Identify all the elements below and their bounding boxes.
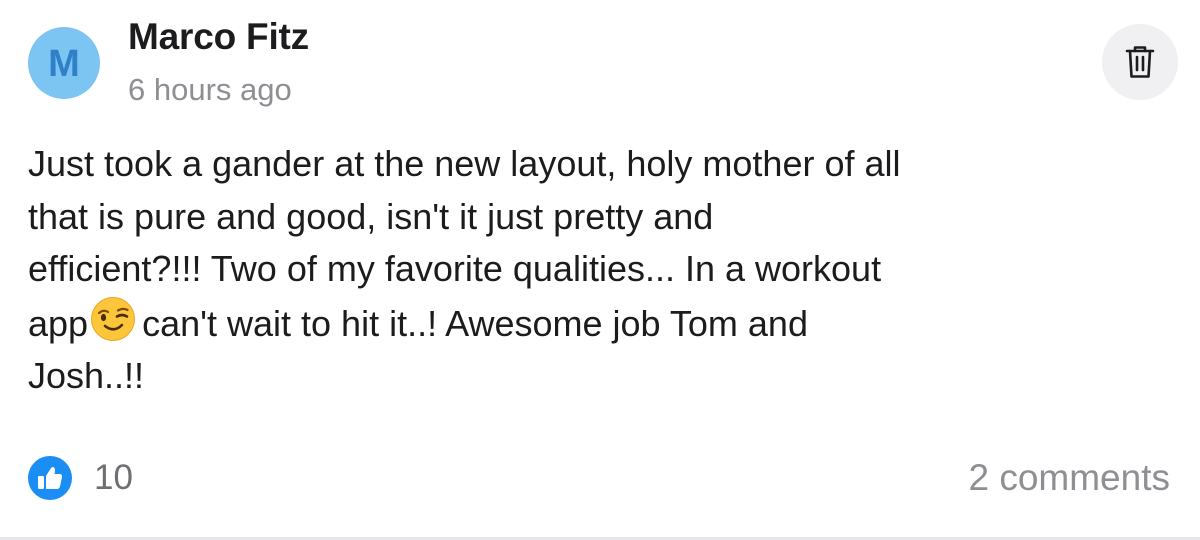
delete-button[interactable] — [1102, 24, 1178, 100]
comments-link[interactable]: 2 comments — [968, 457, 1170, 499]
author-name[interactable]: Marco Fitz — [128, 16, 309, 58]
post-body-text-part2: can't wait to hit it..! Awesome job Tom … — [28, 302, 808, 397]
avatar-initial: M — [48, 43, 80, 85]
post-card: M Marco Fitz 6 hours ago Just took a gan… — [0, 0, 1200, 540]
like-button[interactable]: 10 — [28, 456, 133, 500]
thumbs-up-icon — [28, 456, 72, 500]
post-body: Just took a gander at the new layout, ho… — [28, 138, 1178, 403]
trash-icon — [1125, 46, 1155, 78]
avatar[interactable]: M — [28, 27, 100, 99]
like-count: 10 — [94, 458, 133, 497]
post-timestamp: 6 hours ago — [128, 72, 292, 107]
winking-face-icon — [91, 296, 136, 341]
